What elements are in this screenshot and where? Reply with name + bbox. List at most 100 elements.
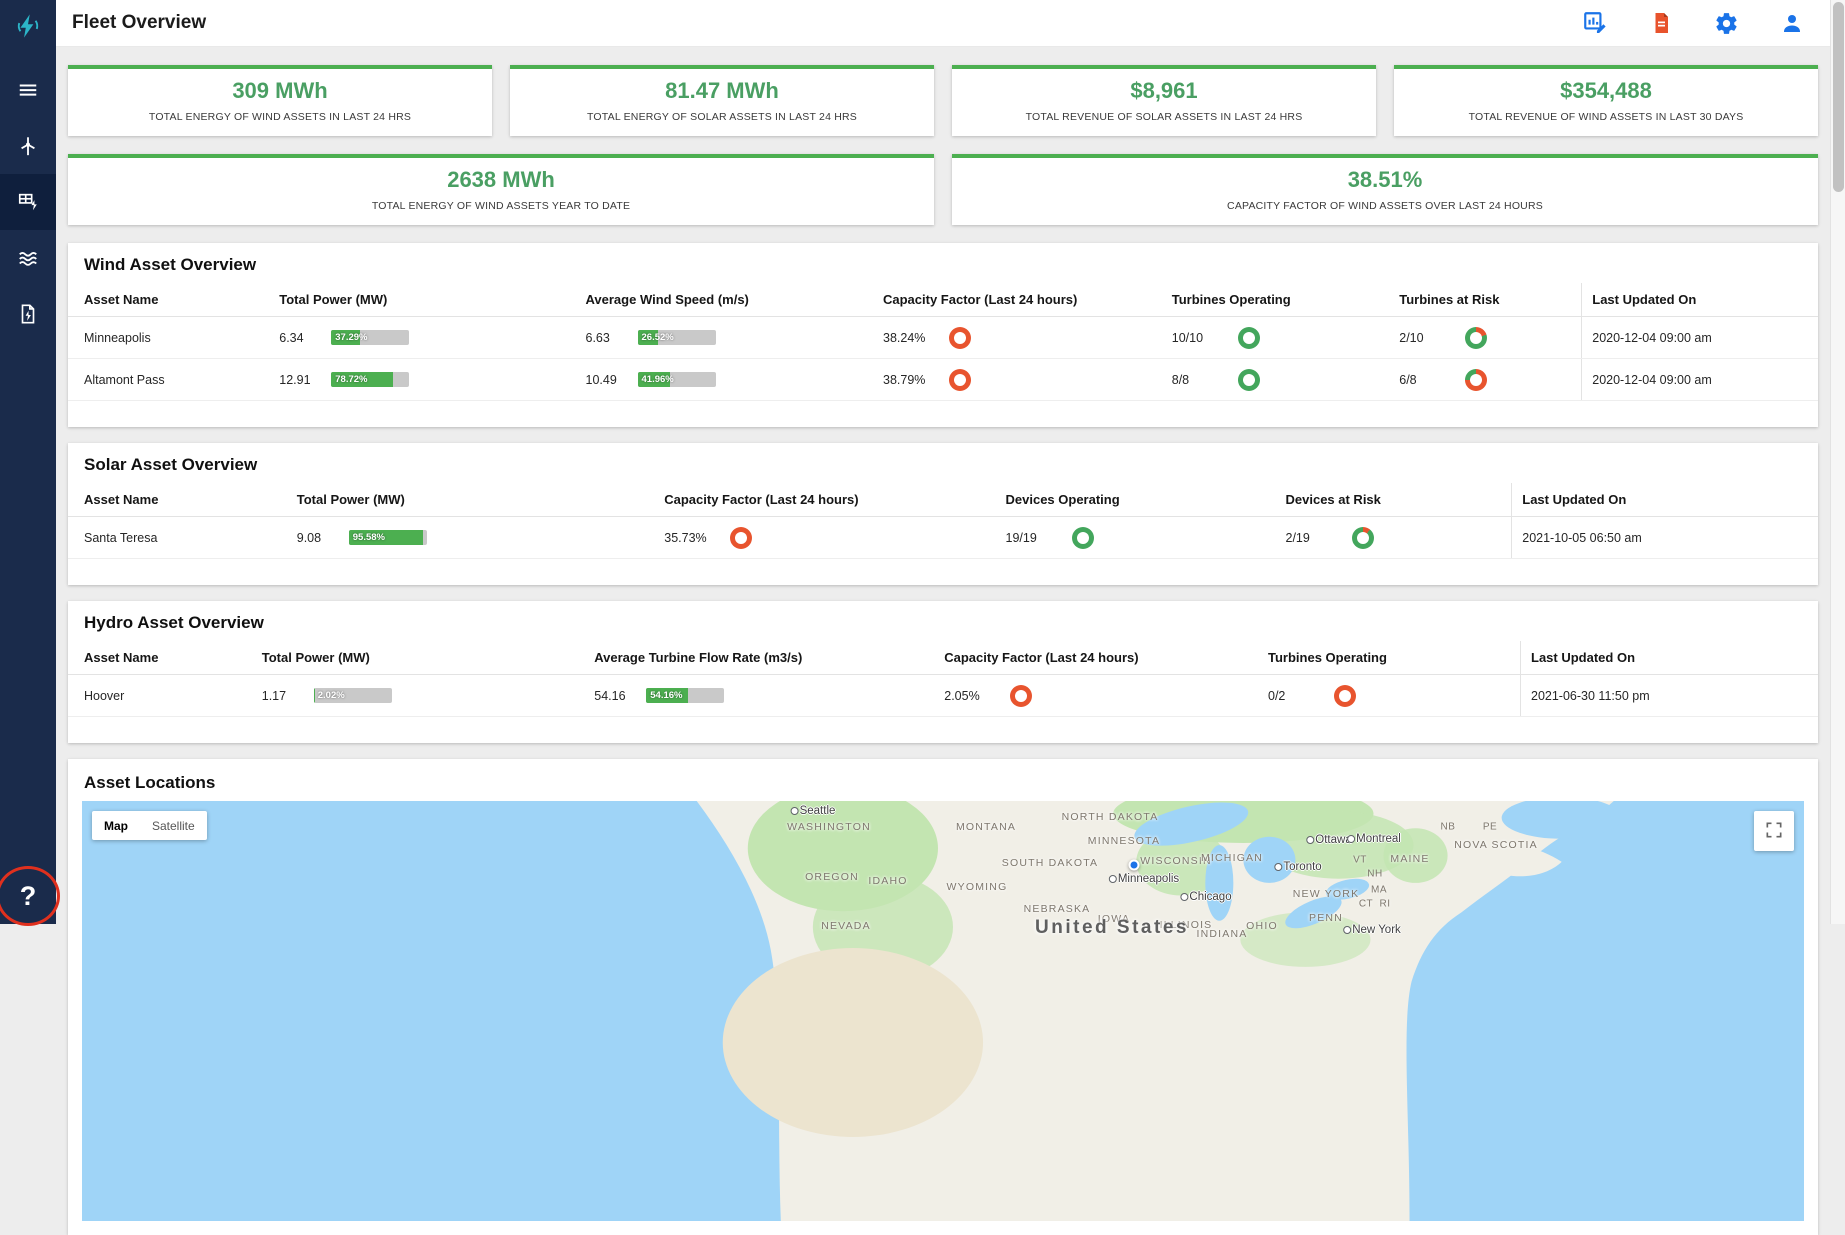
table-cell: 2.05%: [934, 675, 1258, 717]
metric-with-bar: 9.0895.58%: [297, 530, 645, 545]
edit-dashboard-button[interactable]: [1582, 10, 1608, 36]
column-header: Last Updated On: [1512, 483, 1818, 517]
solar-asset-overview-section: Solar Asset OverviewAsset NameTotal Powe…: [68, 443, 1818, 585]
kpi-label: TOTAL ENERGY OF WIND ASSETS IN LAST 24 H…: [78, 111, 482, 123]
table-cell: 0/2: [1258, 675, 1521, 717]
fullscreen-button[interactable]: [1754, 811, 1794, 851]
text-cell: Altamont Pass: [84, 373, 259, 387]
column-header: Total Power (MW): [252, 641, 585, 675]
sidebar: ?: [0, 0, 56, 924]
table-cell: 54.1654.16%: [584, 675, 934, 717]
map-type-satellite-button[interactable]: Satellite: [140, 811, 207, 840]
column-header: Capacity Factor (Last 24 hours): [934, 641, 1258, 675]
data-table: Asset NameTotal Power (MW)Average Wind S…: [68, 283, 1818, 401]
fullscreen-icon: [1764, 820, 1784, 843]
metric-value: 2/19: [1286, 531, 1352, 545]
sidebar-item-wind-assets[interactable]: [0, 118, 56, 174]
map-labels: SeattleWASHINGTONMONTANANORTH DAKOTAMINN…: [82, 801, 1804, 1221]
column-header: Average Turbine Flow Rate (m3/s): [584, 641, 934, 675]
status-donut-icon: [1465, 369, 1487, 391]
wind-turbine-icon: [17, 135, 39, 157]
column-header: Total Power (MW): [269, 283, 575, 317]
table-row[interactable]: Santa Teresa9.0895.58%35.73%19/192/19202…: [68, 517, 1818, 559]
vertical-scrollbar[interactable]: [1830, 0, 1845, 924]
metric-value: 6.34: [279, 331, 331, 345]
map-type-map-button[interactable]: Map: [92, 811, 140, 840]
app-logo[interactable]: [0, 0, 56, 56]
table-cell: Minneapolis: [68, 317, 269, 359]
kpi-card: 2638 MWhTOTAL ENERGY OF WIND ASSETS YEAR…: [68, 154, 934, 225]
topbar: Fleet Overview: [56, 0, 1830, 47]
progress-bar: 26.52%: [638, 330, 716, 345]
metric-with-donut: 2/19: [1286, 527, 1502, 549]
table-row[interactable]: Minneapolis 6.34 37.29% 6.6326.52% 38.24% 10/…: [68, 317, 1818, 359]
progress-bar-label: 2.02%: [318, 688, 345, 703]
wind-asset-overview-section: Wind Asset OverviewAsset NameTotal Power…: [68, 243, 1818, 427]
table-cell: 35.73%: [654, 517, 995, 559]
account-button[interactable]: [1780, 11, 1804, 35]
metric-value: 0/2: [1268, 689, 1334, 703]
table-cell: 2020-12-04 09:00 am: [1582, 359, 1818, 401]
progress-bar-label: 41.96%: [642, 372, 674, 387]
column-header: Asset Name: [68, 483, 287, 517]
table-row[interactable]: Altamont Pass12.9178.72%10.4941.96%38.79…: [68, 359, 1818, 401]
map-label: New York: [1343, 924, 1401, 936]
metric-with-donut: 38.24%: [883, 327, 1152, 349]
metric-value: 6.63: [586, 331, 638, 345]
metric-with-donut: 8/8: [1172, 369, 1380, 391]
table-cell: 38.79%: [873, 359, 1162, 401]
map-label: Toronto: [1274, 861, 1321, 873]
scrollbar-thumb[interactable]: [1833, 2, 1844, 192]
settings-button[interactable]: [1714, 11, 1739, 36]
status-donut-icon: [730, 527, 752, 549]
table-row[interactable]: Hoover1.172.02%54.1654.16%2.05%0/22021-0…: [68, 675, 1818, 717]
table-cell: 38.24%: [873, 317, 1162, 359]
metric-value: 12.91: [279, 373, 331, 387]
column-header: Last Updated On: [1521, 641, 1819, 675]
map-label: United States: [1035, 917, 1189, 939]
sidebar-item-reports[interactable]: [0, 286, 56, 342]
metric-value: 10.49: [586, 373, 638, 387]
text-cell: 2020-12-04 09:00 am: [1592, 331, 1808, 345]
map-label: RI: [1380, 899, 1391, 910]
help-button-wrap: ?: [4, 872, 52, 924]
kpi-card: 38.51%CAPACITY FACTOR OF WIND ASSETS OVE…: [952, 154, 1818, 225]
table-cell: 8/8: [1162, 359, 1390, 401]
sidebar-nav: [0, 62, 56, 342]
metric-value: 6/8: [1399, 373, 1465, 387]
table-cell: 9.0895.58%: [287, 517, 655, 559]
table-cell: Santa Teresa: [68, 517, 287, 559]
main-area: Fleet Overview 309 MWhTOTAL ENERGY OF WI…: [56, 0, 1830, 1235]
status-donut-icon: [1238, 327, 1260, 349]
progress-bar-label: 37.29%: [335, 330, 367, 345]
status-donut-icon: [1072, 527, 1094, 549]
metric-value: 38.79%: [883, 373, 949, 387]
reports-button[interactable]: [1649, 11, 1673, 35]
table-cell: 2020-12-04 09:00 am: [1582, 317, 1818, 359]
map-label: NEW YORK: [1293, 888, 1360, 900]
asset-marker[interactable]: [1129, 860, 1140, 871]
table-cell: 10/10: [1162, 317, 1390, 359]
progress-bar: 37.29%: [331, 330, 409, 345]
metric-value: 8/8: [1172, 373, 1238, 387]
sidebar-item-hydro-assets[interactable]: [0, 230, 56, 286]
status-donut-icon: [1465, 327, 1487, 349]
kpi-value: 38.51%: [962, 167, 1808, 193]
map-type-control: Map Satellite: [92, 811, 207, 840]
data-table: Asset NameTotal Power (MW)Capacity Facto…: [68, 483, 1818, 559]
map-label: NB: [1441, 822, 1456, 833]
help-button[interactable]: ?: [4, 872, 52, 920]
metric-with-donut: 6/8: [1399, 369, 1571, 391]
map-label: MINNESOTA: [1088, 835, 1160, 847]
column-header: Turbines Operating: [1258, 641, 1521, 675]
status-donut-icon: [1010, 685, 1032, 707]
map-label: PENN: [1309, 912, 1343, 924]
sidebar-item-menu[interactable]: [0, 62, 56, 118]
sidebar-item-fleet-overview[interactable]: [0, 174, 56, 230]
map[interactable]: SeattleWASHINGTONMONTANANORTH DAKOTAMINN…: [82, 801, 1804, 1221]
map-label: OREGON: [805, 871, 859, 883]
map-label: MICHIGAN: [1201, 852, 1263, 864]
kpi-value: 2638 MWh: [78, 167, 924, 193]
map-label: VT: [1353, 855, 1367, 866]
table-header-row: Asset NameTotal Power (MW)Average Turbin…: [68, 641, 1818, 675]
